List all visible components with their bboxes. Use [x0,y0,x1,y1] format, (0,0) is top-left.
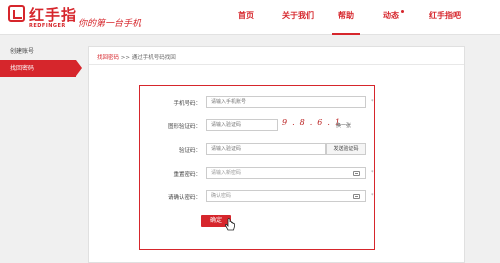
breadcrumb: 找回密码 >> 通过手机号码找回 [97,53,176,61]
send-code-button[interactable]: 发送验证码 [326,143,366,155]
brand-name-en: REDFINGER [29,23,66,29]
brand-logo[interactable]: 红手指 REDFINGER 你的第一台手机 [8,4,141,32]
nav-about[interactable]: 关于我们 [282,0,314,35]
captcha-image[interactable]: 9.8.6.1 [282,117,340,129]
new-password-required-mark: * [371,170,374,176]
top-header: 红手指 REDFINGER 你的第一台手机 首页 关于我们 帮助 动态 红手指吧 [0,0,500,35]
image-code-row: 图形验证码： 9.8.6.1 换一张 [140,117,376,133]
main-panel: 找回密码 >> 通过手机号码找回 手机号码： * 图形验证码： 9.8.6.1 … [88,46,465,263]
sidebar-item-create-account[interactable]: 创建账号 [0,43,76,60]
nav-forum[interactable]: 红手指吧 [429,0,461,35]
refresh-captcha-link[interactable]: 换一张 [336,122,351,129]
sms-code-label: 验证码： [178,148,201,154]
logo-mark-icon [8,5,25,22]
brand-slogan: 你的第一台手机 [78,19,142,29]
breadcrumb-link[interactable]: 找回密码 [97,55,119,61]
phone-row: 手机号码： * [140,96,376,110]
nav-news-label: 动态 [383,11,399,20]
keyboard-icon[interactable] [353,171,360,176]
phone-label: 手机号码： [173,101,201,107]
sidebar-item-recover-password[interactable]: 找回密码 [0,60,82,77]
confirm-password-required-mark: * [371,193,374,199]
new-password-row: 重置密码： 请输入新密码 * [140,167,376,181]
image-code-label: 图形验证码： [167,124,201,130]
new-password-placeholder: 请输入新密码 [211,170,242,176]
phone-required-mark: * [371,99,374,105]
new-password-field[interactable]: 请输入新密码 [206,167,366,179]
confirm-password-row: 请确认密码： 确认密码 * [140,190,376,204]
phone-input[interactable] [206,96,366,108]
breadcrumb-divider [89,64,464,65]
brand-name-cn: 红手指 [29,6,78,24]
sms-code-input[interactable] [206,143,326,155]
sidebar: 创建账号 找回密码 [0,43,82,77]
image-code-input[interactable] [206,119,278,131]
breadcrumb-current: 通过手机号码找回 [131,55,176,61]
keyboard-icon[interactable] [353,194,360,199]
cursor-hand-icon [224,218,235,231]
new-password-label: 重置密码： [173,172,201,178]
confirm-password-placeholder: 确认密码 [211,193,232,199]
sms-code-row: 验证码： 发送验证码 [140,143,376,157]
recover-form: 手机号码： * 图形验证码： 9.8.6.1 换一张 验证码： 发送验证码 重置… [139,85,375,250]
nav-home[interactable]: 首页 [238,0,254,35]
confirm-password-label: 请确认密码： [167,195,201,201]
breadcrumb-separator: >> [120,55,130,61]
nav-help[interactable]: 帮助 [332,0,360,35]
confirm-password-field[interactable]: 确认密码 [206,190,366,202]
nav-news[interactable]: 动态 [383,0,404,35]
new-dot-icon [401,10,404,13]
